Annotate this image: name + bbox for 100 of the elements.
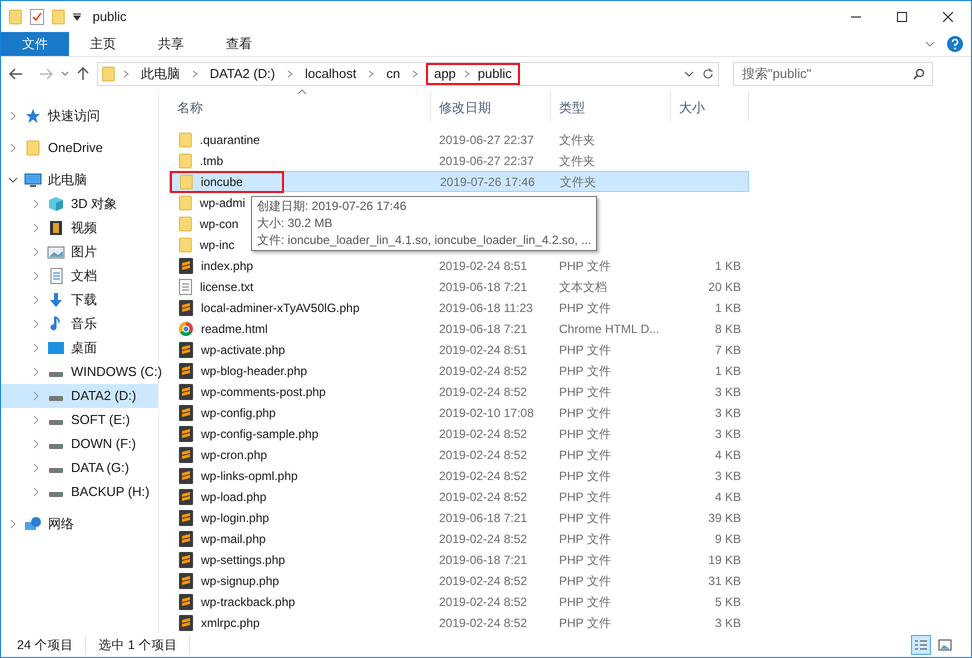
file-size: 1 KB: [714, 362, 741, 380]
nav-label: 此电脑: [48, 171, 87, 190]
file-size: 3 KB: [714, 614, 741, 632]
modified-date: 2019-02-24 8:52: [438, 384, 528, 400]
modified-date: 2019-02-24 8:51: [438, 258, 528, 274]
modified-date: 2019-02-24 8:52: [438, 426, 528, 442]
nav-label: DOWN (F:): [71, 435, 136, 454]
modified-date: 2019-06-18 7:21: [438, 278, 528, 296]
file-type: PHP 文件: [558, 552, 612, 568]
file-size: 3 KB: [714, 426, 741, 442]
window-title: public: [92, 8, 127, 26]
file-type: PHP 文件: [558, 300, 612, 316]
file-type: PHP 文件: [558, 594, 612, 610]
nav-label: DATA (G:): [71, 459, 130, 478]
file-name: wp-mail.php: [201, 530, 266, 548]
modified-date: 2019-06-18 7:21: [438, 510, 528, 526]
file-size: 5 KB: [714, 594, 741, 610]
nav-label: BACKUP (H:): [71, 483, 150, 502]
file-size: 8 KB: [714, 320, 741, 338]
modified-date: 2019-06-18 7:21: [438, 320, 528, 338]
file-type: PHP 文件: [558, 404, 612, 422]
file-size: 4 KB: [714, 488, 741, 506]
modified-date: 2019-02-24 8:52: [438, 488, 528, 506]
file-type: PHP 文件: [558, 614, 612, 632]
file-type: PHP 文件: [558, 446, 612, 464]
file-name: xmlrpc.php: [201, 614, 260, 632]
file-size: 20 KB: [707, 278, 741, 296]
file-name: wp-comments-post.php: [201, 384, 326, 400]
file-name: local-adminer-xTyAV50lG.php: [201, 300, 360, 316]
file-size: 4 KB: [714, 446, 741, 464]
file-name: wp-login.php: [201, 510, 270, 526]
file-name: wp-settings.php: [201, 552, 286, 568]
tooltip-line: 文件: ioncube_loader_lin_4.1.so, ioncube_loader_lin_4.2.so, ...: [257, 232, 592, 249]
nav-label: 下载: [71, 291, 97, 310]
nav-label: 快速访问: [48, 107, 100, 126]
modified-date: 2019-02-24 8:52: [438, 362, 528, 380]
file-size: 1 KB: [714, 258, 741, 274]
file-size: 19 KB: [707, 552, 741, 568]
file-type: PHP 文件: [558, 362, 612, 380]
file-type: 文件夹: [558, 132, 596, 148]
file-name: wp-admi: [200, 194, 246, 212]
file-name: .quarantine: [200, 132, 260, 148]
file-size: 7 KB: [714, 342, 741, 358]
modified-date: 2019-06-18 7:21: [438, 552, 528, 568]
file-name: wp-links-opml.php: [201, 468, 298, 484]
file-name: wp-blog-header.php: [201, 362, 308, 380]
tooltip-line: 创建日期: 2019-07-26 17:46: [257, 198, 408, 215]
file-name: wp-con: [200, 216, 238, 232]
nav-label: WINDOWS (C:): [71, 363, 162, 382]
modified-date: 2019-02-24 8:51: [438, 342, 528, 358]
nav-label: 网络: [48, 515, 74, 534]
nav-label: 视频: [71, 219, 97, 238]
file-type: PHP 文件: [558, 510, 612, 526]
file-type: PHP 文件: [558, 530, 612, 548]
file-name: license.txt: [200, 278, 254, 296]
nav-label: 桌面: [71, 339, 97, 358]
file-type: 文本文档: [558, 278, 608, 296]
file-name: wp-activate.php: [201, 342, 286, 358]
file-size: 39 KB: [707, 510, 741, 526]
nav-label: SOFT (E:): [71, 411, 130, 430]
file-type: PHP 文件: [558, 468, 612, 484]
file-name: .tmb: [200, 152, 224, 170]
nav-label: OneDrive: [48, 139, 103, 158]
nav-label: 3D 对象: [71, 195, 118, 214]
file-type: PHP 文件: [558, 572, 612, 590]
modified-date: 2019-02-24 8:52: [438, 446, 528, 464]
file-name: wp-trackback.php: [201, 594, 296, 610]
file-size: 3 KB: [714, 404, 741, 422]
file-name: wp-load.php: [201, 488, 266, 506]
nav-label: 音乐: [71, 315, 97, 334]
file-name: wp-config-sample.php: [201, 426, 318, 442]
file-type: Chrome HTML D...: [558, 320, 660, 338]
file-type: PHP 文件: [558, 258, 612, 274]
modified-date: 2019-06-27 22:37: [438, 152, 535, 170]
file-size: 3 KB: [714, 468, 741, 484]
file-size: 3 KB: [714, 384, 741, 400]
file-name: ioncube: [200, 174, 243, 190]
file-type: 文件夹: [558, 152, 596, 170]
modified-date: 2019-02-24 8:52: [438, 614, 528, 632]
file-name: readme.html: [201, 320, 268, 338]
file-size: 1 KB: [714, 300, 741, 316]
file-name: wp-cron.php: [201, 446, 268, 464]
modified-date: 2019-02-24 8:52: [438, 594, 528, 610]
file-size: 31 KB: [707, 572, 741, 590]
file-type: PHP 文件: [558, 384, 612, 400]
file-size: 9 KB: [714, 530, 741, 548]
nav-label: 文档: [71, 267, 97, 286]
file-type: PHP 文件: [558, 488, 612, 506]
modified-date: 2019-02-24 8:52: [438, 468, 528, 484]
item-count: 24 个项目: [17, 636, 86, 654]
file-name: index.php: [201, 258, 254, 274]
modified-date: 2019-02-10 17:08: [438, 404, 535, 422]
modified-date: 2019-07-26 17:46: [439, 174, 536, 190]
file-type: PHP 文件: [558, 426, 612, 442]
nav-label: DATA2 (D:): [71, 387, 136, 406]
modified-date: 2019-02-24 8:52: [438, 530, 528, 548]
file-name: wp-inc: [200, 236, 234, 254]
file-name: wp-config.php: [201, 404, 276, 422]
file-type: 文件夹: [559, 174, 597, 190]
file-type: PHP 文件: [558, 342, 612, 358]
